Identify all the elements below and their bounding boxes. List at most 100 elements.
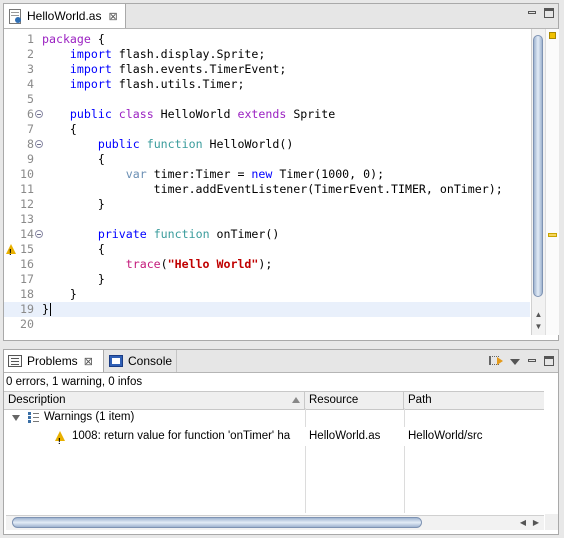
code-token: var (125, 167, 147, 181)
code-token: extends (237, 107, 287, 121)
line-number: 2 (27, 47, 34, 61)
minimize-icon[interactable] (527, 356, 537, 366)
code-line[interactable]: 6 public class HelloWorld extends Sprite (4, 107, 530, 122)
code-text: timer.addEventListener(TimerEvent.TIMER,… (42, 182, 503, 197)
code-text: { (42, 122, 77, 137)
close-icon[interactable]: ⊠ (108, 10, 117, 23)
code-line[interactable]: 19} (4, 302, 530, 317)
scroll-right-arrow-icon[interactable]: ▶ (530, 516, 542, 530)
code-text: { (42, 152, 105, 167)
code-line[interactable]: 14 private function onTimer() (4, 227, 530, 242)
code-text: } (42, 287, 77, 302)
code-token: { (42, 122, 77, 136)
editor-vertical-scrollbar[interactable]: ▲ ▼ (531, 29, 545, 335)
warning-group-icon (28, 412, 39, 423)
code-token: timer:Timer = (146, 167, 252, 181)
editor-tab-helloworld[interactable]: HelloWorld.as ⊠ (4, 4, 126, 28)
code-token: Timer(1000, 0); (272, 167, 385, 181)
tab-console-label: Console (128, 354, 173, 368)
scroll-thumb[interactable] (533, 35, 543, 297)
code-text: import flash.utils.Timer; (42, 77, 245, 92)
tab-console[interactable]: Console (105, 350, 177, 372)
editor-tabbar: HelloWorld.as ⊠ (4, 4, 558, 29)
tab-problems[interactable]: Problems ⊠ (4, 350, 104, 372)
code-line[interactable]: 16 trace("Hello World"); (4, 257, 530, 272)
warning-summary-icon[interactable] (549, 32, 556, 39)
problems-horizontal-scrollbar[interactable]: ◀ ▶ (6, 515, 544, 530)
code-token: public (97, 137, 140, 151)
code-token: HelloWorld (153, 107, 238, 121)
code-token: ); (258, 257, 273, 271)
warning-marker[interactable] (548, 233, 557, 237)
code-line[interactable]: 8 public function HelloWorld() (4, 137, 530, 152)
code-line[interactable]: 18 } (4, 287, 530, 302)
line-number: 4 (27, 77, 34, 91)
code-token: { (42, 152, 105, 166)
code-text: private function onTimer() (42, 227, 280, 242)
code-line[interactable]: 4 import flash.utils.Timer; (4, 77, 530, 92)
scroll-thumb[interactable] (12, 517, 422, 528)
code-line[interactable]: 3 import flash.events.TimerEvent; (4, 62, 530, 77)
scroll-up-arrow-icon[interactable]: ▲ (532, 309, 545, 321)
overview-ruler (545, 29, 559, 335)
scroll-down-arrow-icon[interactable]: ▼ (532, 321, 545, 333)
code-line[interactable]: 1 package { (4, 32, 530, 47)
view-menu-icon[interactable] (510, 358, 520, 365)
line-number: 16 (20, 257, 34, 271)
code-line[interactable]: 9 { (4, 152, 530, 167)
scroll-left-arrow-icon[interactable]: ◀ (517, 516, 529, 530)
code-token: } (42, 302, 49, 316)
close-icon[interactable]: ⊠ (84, 355, 93, 368)
code-line[interactable]: 13 (4, 212, 530, 227)
warnings-group-row[interactable]: Warnings (1 item) (4, 408, 544, 427)
code-line[interactable]: 2 import flash.display.Sprite; (4, 47, 530, 62)
code-text: import flash.display.Sprite; (42, 47, 265, 62)
warnings-group-label: Warnings (1 item) (44, 411, 135, 423)
code-token: flash.utils.Timer; (111, 77, 245, 91)
minimize-icon[interactable] (527, 8, 537, 18)
maximize-icon[interactable] (544, 8, 554, 18)
code-token: private (97, 227, 147, 241)
line-number: 5 (27, 92, 34, 106)
code-line[interactable]: 15 { (4, 242, 530, 260)
problems-icon (8, 355, 22, 367)
code-token: function (146, 137, 203, 151)
code-line[interactable]: 20 (4, 317, 530, 332)
code-token: trace (125, 257, 161, 271)
filter-icon[interactable] (489, 354, 503, 367)
problems-view: Problems ⊠ Console 0 errors, 1 warning, … (3, 349, 559, 535)
actionscript-file-icon (9, 8, 21, 24)
code-token: public (69, 107, 112, 121)
expand-triangle-icon[interactable] (12, 415, 20, 421)
table-row[interactable]: 1008: return value for function 'onTimer… (4, 427, 544, 451)
scrollbar-corner (545, 514, 558, 530)
problems-toolbar (489, 354, 554, 367)
code-token: "Hello World" (167, 257, 259, 271)
code-line[interactable]: 10 var timer:Timer = new Timer(1000, 0); (4, 167, 530, 182)
column-header-resource[interactable]: Resource (305, 392, 404, 409)
code-token: package (42, 32, 91, 46)
code-line[interactable]: 5 (4, 92, 530, 107)
line-number: 12 (20, 197, 34, 211)
column-header-description[interactable]: Description (4, 392, 305, 409)
maximize-icon[interactable] (544, 355, 554, 366)
code-line[interactable]: 12 } (4, 197, 530, 212)
line-number: 10 (20, 167, 34, 181)
line-number: 18 (20, 287, 34, 301)
problems-table: Description Resource Path Warnings (1 it… (4, 391, 544, 513)
code-editor[interactable]: 1 package {2 import flash.display.Sprite;… (4, 29, 530, 335)
code-line[interactable]: 7 { (4, 122, 530, 137)
tab-problems-label: Problems (27, 354, 78, 368)
column-header-path[interactable]: Path (404, 392, 544, 409)
code-line[interactable]: 17 } (4, 272, 530, 287)
code-token: { (42, 242, 105, 256)
code-line[interactable]: 11 timer.addEventListener(TimerEvent.TIM… (4, 182, 530, 197)
line-number: 1 (27, 32, 34, 46)
line-number: 9 (27, 152, 34, 166)
